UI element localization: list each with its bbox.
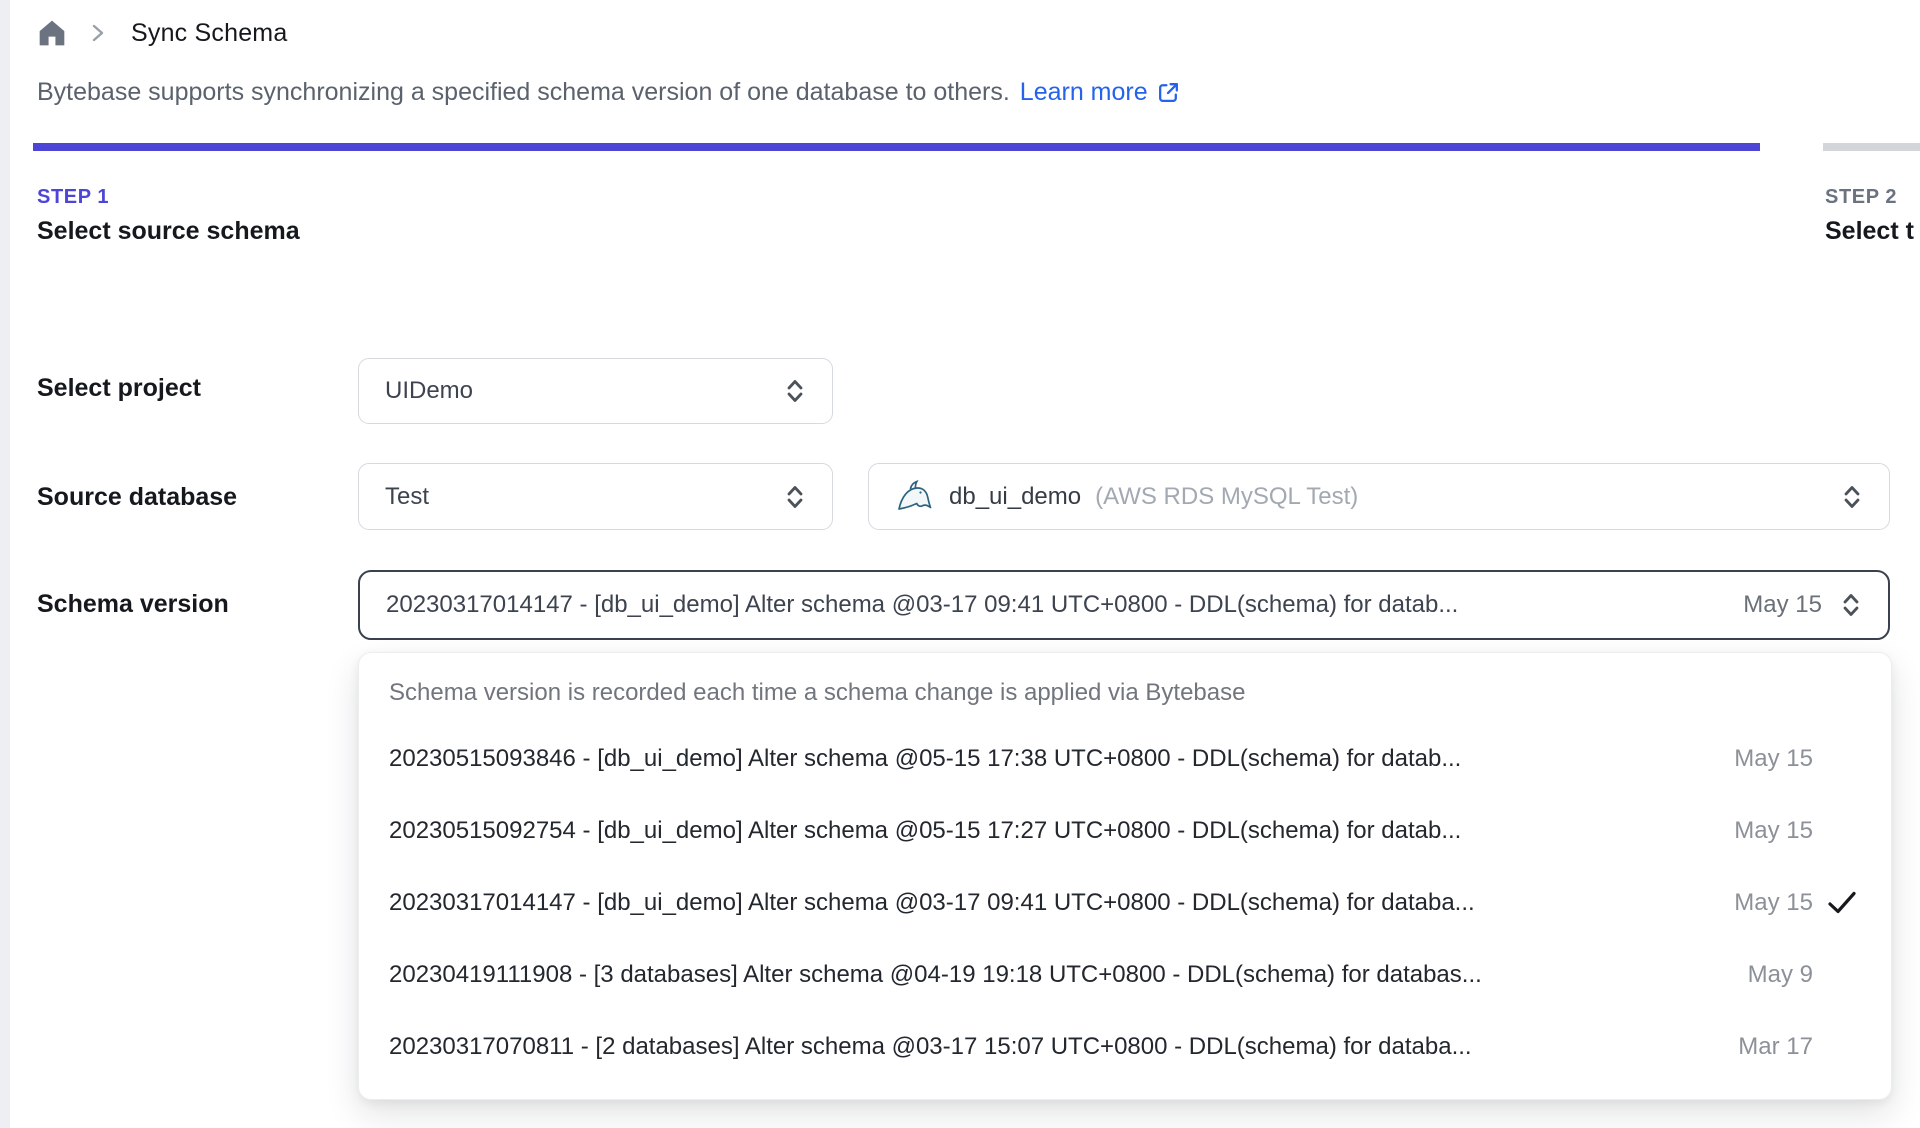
sync-schema-page: Sync Schema Bytebase supports synchroniz… (0, 0, 1920, 1128)
option-text: 20230419111908 - [3 databases] Alter sch… (389, 961, 1482, 988)
dropdown-hint: Schema version is recorded each time a s… (389, 679, 1246, 706)
dropdown-option[interactable]: 20230419111908 - [3 databases] Alter sch… (359, 939, 1891, 1011)
option-date: May 15 (1734, 745, 1813, 772)
page-title: Sync Schema (131, 18, 288, 47)
step-2: STEP 2 Select t (1825, 186, 1920, 246)
schema-version-select[interactable]: 20230317014147 - [db_ui_demo] Alter sche… (358, 570, 1890, 640)
step-2-label: STEP 2 (1825, 186, 1898, 208)
chevron-updown-icon (1841, 482, 1863, 512)
progress-bar-step1 (33, 143, 1760, 151)
intro-text: Bytebase supports synchronizing a specif… (37, 78, 1181, 107)
database-select[interactable]: db_ui_demo (AWS RDS MySQL Test) (868, 463, 1890, 530)
chevron-updown-icon (784, 376, 806, 406)
schema-version-select-value: 20230317014147 - [db_ui_demo] Alter sche… (386, 591, 1459, 618)
schema-version-label: Schema version (37, 590, 229, 618)
breadcrumb: Sync Schema (37, 18, 287, 48)
dropdown-option[interactable]: 20230515093846 - [db_ui_demo] Alter sche… (359, 723, 1891, 795)
option-check-slot (1813, 939, 1857, 1011)
dropdown-options: 20230515093846 - [db_ui_demo] Alter sche… (359, 723, 1891, 1083)
chevron-updown-icon (784, 482, 806, 512)
option-check-slot (1813, 867, 1857, 939)
option-text: 20230317070811 - [2 databases] Alter sch… (389, 1033, 1472, 1060)
schema-version-dropdown: Schema version is recorded each time a s… (358, 652, 1892, 1100)
project-select-value: UIDemo (385, 377, 474, 404)
option-check-slot (1813, 1011, 1857, 1083)
intro-description: Bytebase supports synchronizing a specif… (37, 78, 1010, 106)
option-date: May 15 (1734, 889, 1813, 916)
step-1-label: STEP 1 (37, 186, 110, 208)
mysql-dolphin-icon (895, 479, 935, 515)
sidebar-edge (0, 0, 10, 1128)
option-check-slot (1813, 723, 1857, 795)
check-icon (1828, 891, 1856, 914)
database-select-name: db_ui_demo (949, 482, 1082, 510)
step-1: STEP 1 Select source schema (37, 186, 300, 246)
dropdown-option[interactable]: 20230317014147 - [db_ui_demo] Alter sche… (359, 867, 1891, 939)
project-select[interactable]: UIDemo (358, 358, 833, 424)
external-link-icon (1158, 83, 1178, 102)
source-database-label: Source database (37, 483, 238, 511)
step-1-title: Select source schema (37, 217, 300, 245)
database-select-detail: (AWS RDS MySQL Test) (1095, 482, 1359, 510)
option-check-slot (1813, 795, 1857, 867)
step-2-title: Select t (1825, 217, 1914, 245)
option-date: May 9 (1747, 961, 1813, 988)
environment-select-value: Test (385, 482, 430, 510)
option-text: 20230515093846 - [db_ui_demo] Alter sche… (389, 745, 1462, 772)
option-date: Mar 17 (1738, 1033, 1813, 1060)
option-date: May 15 (1734, 817, 1813, 844)
chevron-updown-icon (1840, 590, 1862, 620)
environment-select[interactable]: Test (358, 463, 833, 530)
chevron-right-icon (91, 22, 107, 44)
option-text: 20230515092754 - [db_ui_demo] Alter sche… (389, 817, 1462, 844)
option-text: 20230317014147 - [db_ui_demo] Alter sche… (389, 889, 1475, 916)
dropdown-option[interactable]: 20230317070811 - [2 databases] Alter sch… (359, 1011, 1891, 1083)
progress-bar-step2 (1823, 143, 1920, 151)
select-project-label: Select project (37, 374, 201, 402)
dropdown-option[interactable]: 20230515092754 - [db_ui_demo] Alter sche… (359, 795, 1891, 867)
schema-version-select-date: May 15 (1743, 591, 1822, 618)
learn-more-link[interactable]: Learn more (1020, 78, 1181, 107)
home-icon[interactable] (37, 18, 67, 48)
